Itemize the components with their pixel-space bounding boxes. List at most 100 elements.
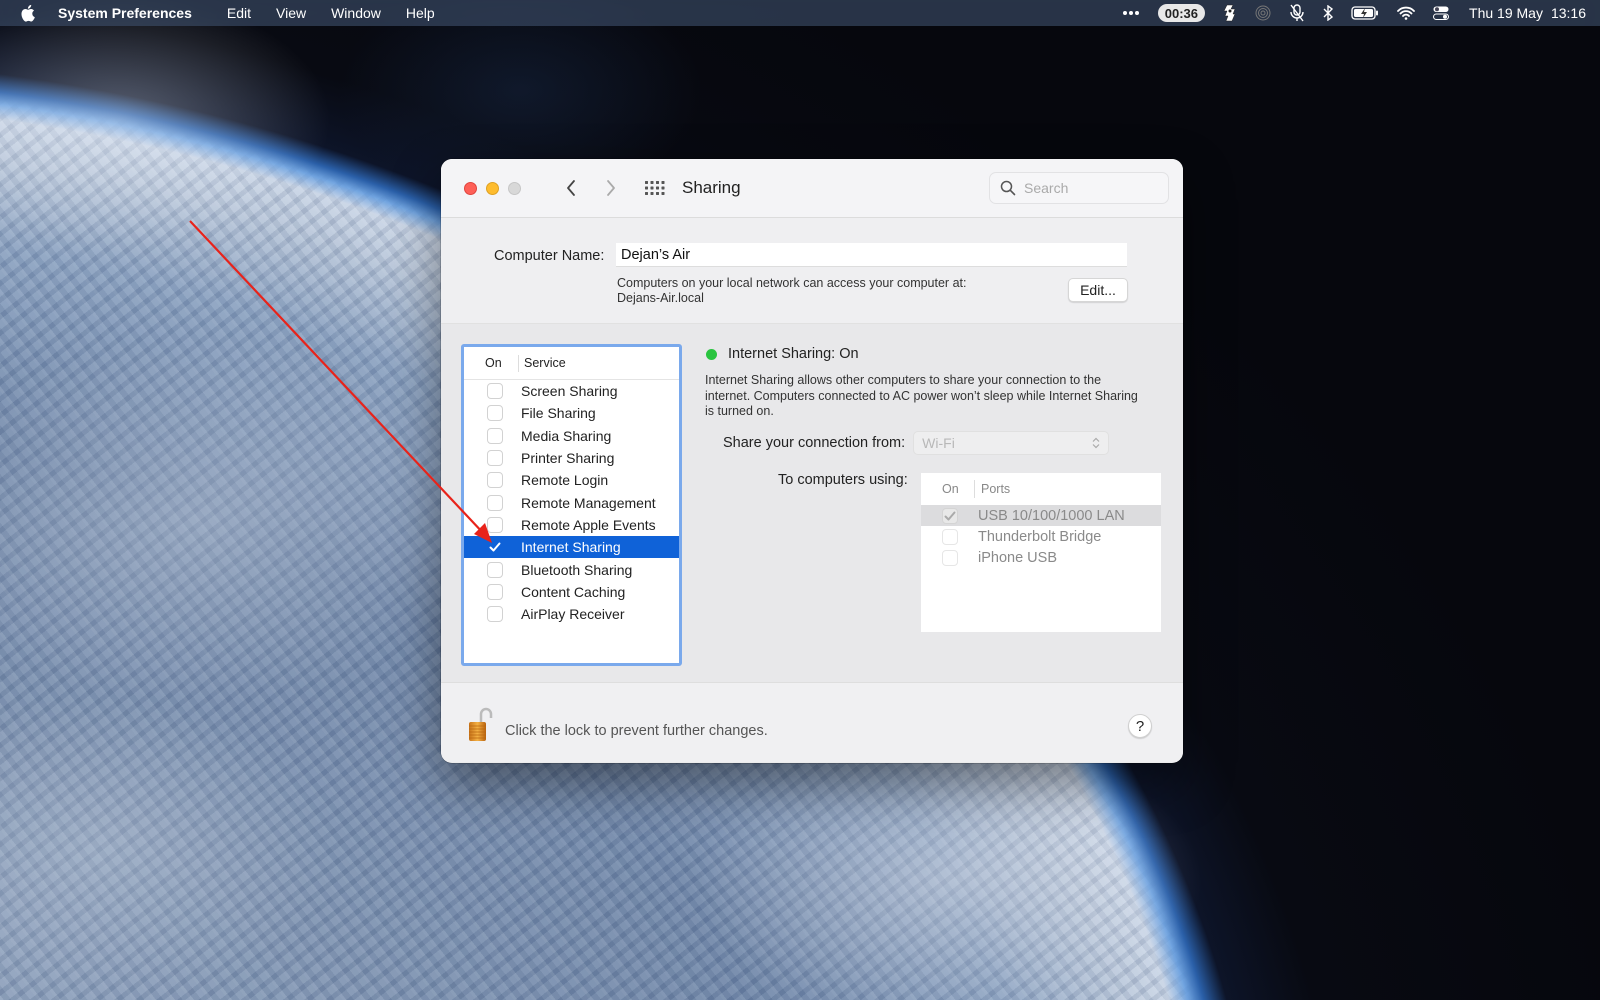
script-icon[interactable] bbox=[1223, 3, 1237, 23]
minimize-button[interactable] bbox=[486, 181, 499, 195]
share-from-value: Wi-Fi bbox=[922, 435, 955, 451]
chevron-right-icon bbox=[607, 180, 615, 196]
service-label: Media Sharing bbox=[521, 427, 612, 444]
computer-name-input[interactable] bbox=[616, 243, 1127, 267]
status-text: Internet Sharing: On bbox=[728, 346, 859, 362]
service-checkbox[interactable] bbox=[486, 494, 503, 511]
forward-button[interactable] bbox=[600, 177, 622, 199]
port-label: iPhone USB bbox=[978, 549, 1057, 566]
chevron-left-icon bbox=[567, 180, 575, 196]
service-checkbox-cell bbox=[464, 539, 521, 555]
date-text: Thu 19 May bbox=[1469, 5, 1543, 21]
service-checkbox[interactable] bbox=[486, 472, 503, 489]
menu-clock[interactable]: Thu 19 May 13:16 bbox=[1469, 5, 1586, 21]
menu-view[interactable]: View bbox=[276, 5, 306, 21]
service-checkbox-cell bbox=[464, 583, 521, 600]
control-center-icon[interactable] bbox=[1433, 6, 1450, 20]
service-checkbox[interactable] bbox=[486, 583, 503, 600]
timer-badge[interactable]: 00:36 bbox=[1157, 4, 1206, 22]
service-row[interactable]: AirPlay Receiver bbox=[464, 603, 679, 625]
battery-charging-icon[interactable] bbox=[1351, 6, 1379, 20]
mic-muted-icon[interactable] bbox=[1289, 4, 1305, 22]
bluetooth-icon[interactable] bbox=[1323, 5, 1334, 21]
service-checkbox[interactable] bbox=[486, 516, 503, 533]
service-checkbox-cell bbox=[464, 561, 521, 578]
service-row[interactable]: Bluetooth Sharing bbox=[464, 558, 679, 580]
service-checkbox[interactable] bbox=[486, 606, 503, 623]
menu-window[interactable]: Window bbox=[331, 5, 381, 21]
service-list[interactable]: On Service Screen Sharing File Sharing Med… bbox=[461, 344, 682, 666]
service-label: Printer Sharing bbox=[521, 450, 615, 467]
service-row[interactable]: Remote Login bbox=[464, 469, 679, 491]
search-icon bbox=[1000, 180, 1016, 196]
ports-column-ports[interactable]: Ports bbox=[974, 480, 1010, 498]
service-checkbox-cell bbox=[464, 383, 521, 400]
sharing-window: Sharing Computer Name: Computers on your… bbox=[441, 159, 1183, 763]
column-header-on[interactable]: On bbox=[464, 356, 518, 370]
service-row[interactable]: Content Caching bbox=[464, 581, 679, 603]
help-button[interactable]: ? bbox=[1128, 714, 1152, 738]
service-checkbox[interactable] bbox=[486, 561, 503, 578]
computer-name-label: Computer Name: bbox=[494, 248, 605, 264]
updown-chevron-icon bbox=[1092, 437, 1100, 449]
airdrop-icon[interactable] bbox=[1255, 5, 1271, 21]
port-checkbox[interactable] bbox=[941, 549, 958, 566]
ports-column-on[interactable]: On bbox=[921, 482, 974, 496]
to-computers-label: To computers using: bbox=[778, 472, 908, 488]
service-label: Remote Login bbox=[521, 472, 609, 489]
service-checkbox[interactable] bbox=[487, 539, 503, 555]
menu-help[interactable]: Help bbox=[406, 5, 435, 21]
service-row[interactable]: Printer Sharing bbox=[464, 447, 679, 469]
apple-menu-icon[interactable] bbox=[20, 4, 36, 22]
search-field[interactable] bbox=[989, 172, 1169, 204]
menu-app-name[interactable]: System Preferences bbox=[58, 5, 192, 21]
service-row[interactable]: Internet Sharing bbox=[464, 536, 679, 559]
service-checkbox-cell bbox=[464, 516, 521, 533]
service-checkbox-cell bbox=[464, 494, 521, 511]
local-hostname: Dejans-Air.local bbox=[617, 291, 704, 305]
show-all-button[interactable] bbox=[644, 177, 666, 199]
grid-icon bbox=[645, 181, 665, 195]
time-text: 13:16 bbox=[1550, 5, 1586, 21]
more-icon[interactable] bbox=[1122, 10, 1140, 16]
unlocked-lock-icon bbox=[469, 707, 493, 741]
service-row[interactable]: Screen Sharing bbox=[464, 380, 679, 402]
service-checkbox[interactable] bbox=[486, 427, 503, 444]
port-label: Thunderbolt Bridge bbox=[978, 528, 1102, 545]
close-button[interactable] bbox=[464, 181, 477, 195]
wifi-icon[interactable] bbox=[1397, 6, 1415, 20]
ports-list[interactable]: On Ports USB 10/100/1000 LAN Thunderbolt … bbox=[921, 473, 1161, 632]
local-address-description: Computers on your local network can acce… bbox=[617, 276, 966, 306]
title-bar[interactable]: Sharing bbox=[441, 159, 1183, 218]
column-header-service[interactable]: Service bbox=[518, 354, 566, 372]
port-row[interactable]: USB 10/100/1000 LAN bbox=[921, 505, 1161, 526]
port-row[interactable]: Thunderbolt Bridge bbox=[921, 526, 1161, 547]
edit-hostname-button[interactable]: Edit... bbox=[1068, 278, 1128, 302]
status-indicator-icon bbox=[706, 348, 717, 360]
service-row[interactable]: Media Sharing bbox=[464, 425, 679, 447]
port-checkbox-cell bbox=[921, 549, 978, 566]
service-label: Internet Sharing bbox=[521, 539, 621, 556]
service-checkbox[interactable] bbox=[486, 383, 503, 400]
service-checkbox-cell bbox=[464, 427, 521, 444]
port-checkbox[interactable] bbox=[941, 528, 958, 545]
service-row[interactable]: Remote Management bbox=[464, 491, 679, 513]
menu-bar: System Preferences Edit View Window Help… bbox=[0, 0, 1600, 26]
service-row[interactable]: File Sharing bbox=[464, 402, 679, 424]
checkmark-icon bbox=[944, 511, 955, 520]
service-label: File Sharing bbox=[521, 405, 596, 422]
service-checkbox-cell bbox=[464, 450, 521, 467]
menu-edit[interactable]: Edit bbox=[227, 5, 251, 21]
port-checkbox[interactable] bbox=[941, 507, 958, 524]
sharing-main: On Service Screen Sharing File Sharing Med… bbox=[441, 324, 1183, 683]
port-checkbox-cell bbox=[921, 507, 978, 524]
service-checkbox[interactable] bbox=[486, 405, 503, 422]
service-row[interactable]: Remote Apple Events bbox=[464, 514, 679, 536]
service-checkbox-cell bbox=[464, 405, 521, 422]
back-button[interactable] bbox=[560, 177, 582, 199]
share-from-select[interactable]: Wi-Fi bbox=[913, 431, 1110, 455]
lock-button[interactable] bbox=[467, 707, 493, 743]
service-checkbox[interactable] bbox=[486, 450, 503, 467]
search-input[interactable] bbox=[1024, 180, 1164, 196]
port-row[interactable]: iPhone USB bbox=[921, 547, 1161, 568]
